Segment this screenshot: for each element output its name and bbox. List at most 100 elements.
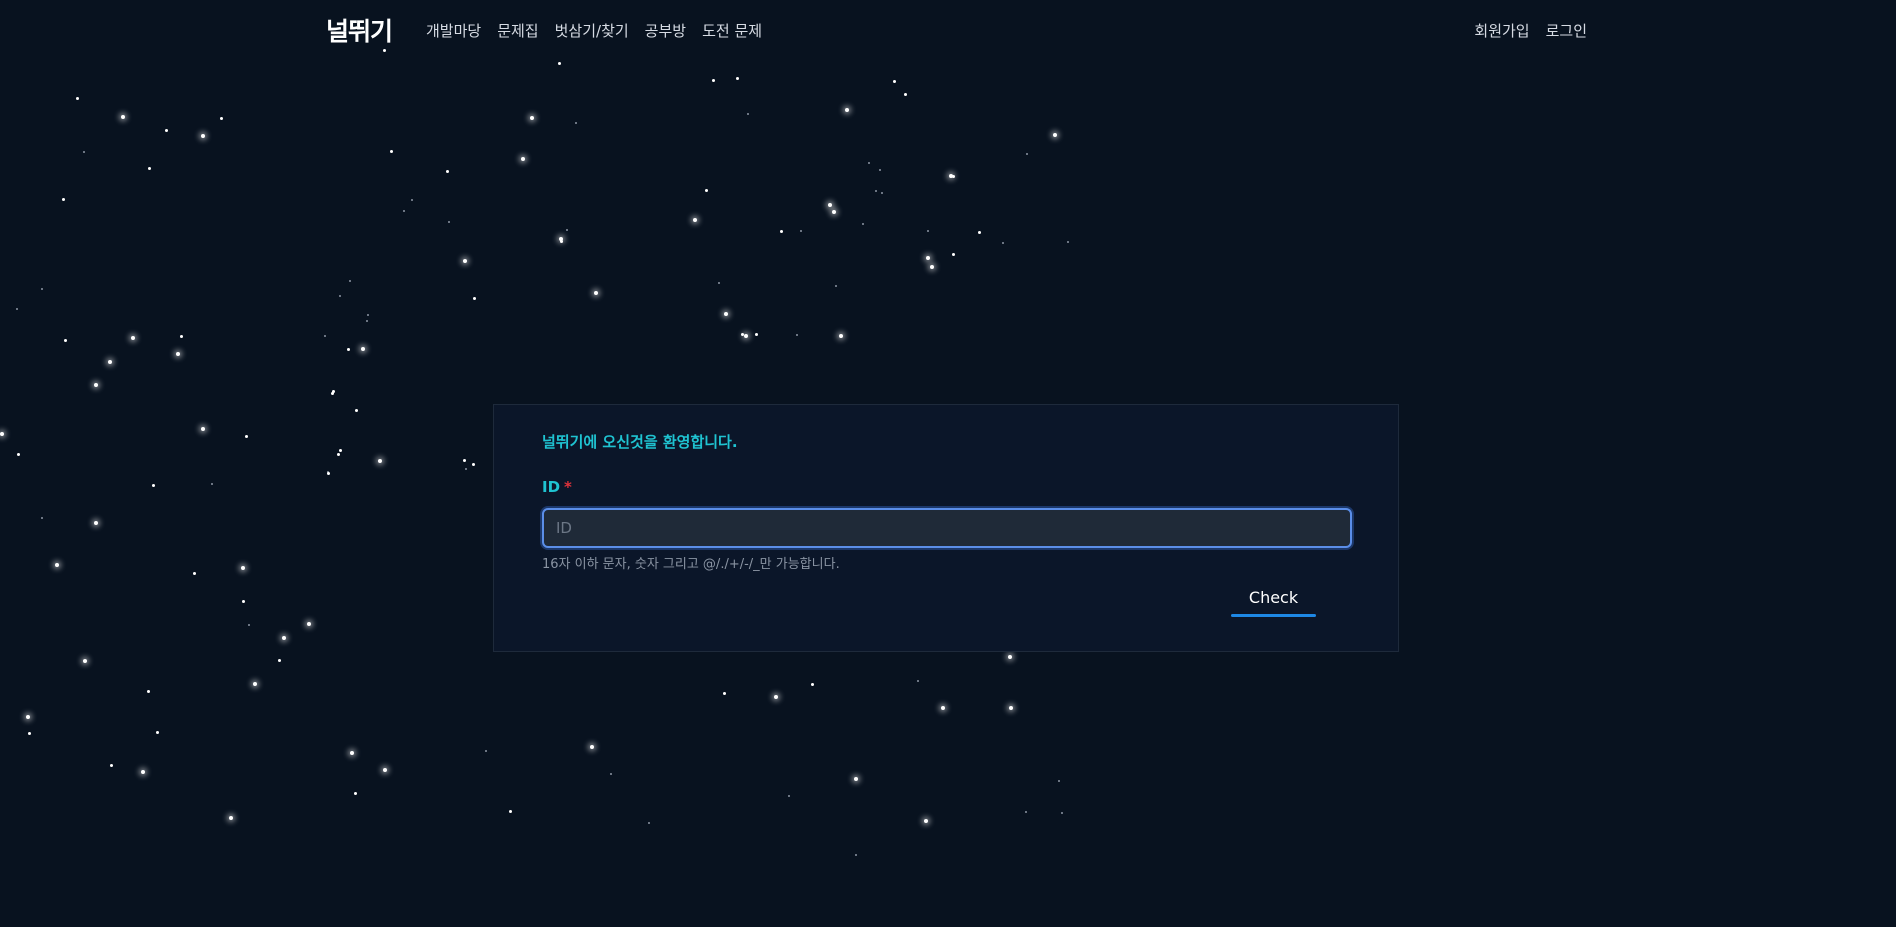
star-decoration <box>723 692 726 695</box>
star-decoration <box>930 265 934 269</box>
star-decoration <box>893 80 896 83</box>
star-decoration <box>924 819 928 823</box>
star-decoration <box>560 240 563 243</box>
star-decoration <box>705 189 708 192</box>
star-decoration <box>278 659 281 662</box>
star-decoration <box>1061 812 1063 814</box>
star-decoration <box>0 432 4 436</box>
star-decoration <box>744 334 748 338</box>
star-decoration <box>712 79 715 82</box>
star-decoration <box>566 229 568 231</box>
star-decoration <box>845 108 849 112</box>
star-decoration <box>403 210 405 212</box>
star-decoration <box>855 854 857 856</box>
signup-link[interactable]: 회원가입 <box>1474 20 1529 41</box>
star-decoration <box>978 231 981 234</box>
star-decoration <box>94 383 98 387</box>
star-decoration <box>796 334 798 336</box>
star-decoration <box>193 572 196 575</box>
star-decoration <box>875 190 877 192</box>
star-decoration <box>1053 133 1057 137</box>
star-decoration <box>76 97 79 100</box>
star-decoration <box>941 706 945 710</box>
star-decoration <box>41 517 43 519</box>
star-decoration <box>411 199 413 201</box>
star-decoration <box>952 253 955 256</box>
id-hint: 16자 이하 문자, 숫자 그리고 @/./+/-/_만 가능합니다. <box>542 557 840 572</box>
star-decoration <box>248 624 250 626</box>
star-decoration <box>558 62 561 65</box>
star-decoration <box>949 174 953 178</box>
star-decoration <box>800 230 802 232</box>
star-decoration <box>594 291 598 295</box>
star-decoration <box>485 750 487 752</box>
welcome-message: 널뛰기에 오신것을 환영합니다. <box>542 433 738 451</box>
star-decoration <box>110 764 113 767</box>
star-decoration <box>1067 241 1069 243</box>
star-decoration <box>253 682 257 686</box>
star-decoration <box>147 690 150 693</box>
top-navigation: 널뛰기 개발마당 문제집 벗삼기/찾기 공부방 도전 문제 회원가입 로그인 <box>0 0 1896 62</box>
id-input[interactable] <box>542 508 1352 548</box>
star-decoration <box>28 732 31 735</box>
star-decoration <box>575 122 577 124</box>
star-decoration <box>828 203 832 207</box>
star-decoration <box>55 563 59 567</box>
star-decoration <box>339 449 342 452</box>
star-decoration <box>180 335 183 338</box>
star-decoration <box>220 117 223 120</box>
star-decoration <box>755 333 758 336</box>
star-decoration <box>390 150 393 153</box>
star-decoration <box>590 745 594 749</box>
star-decoration <box>354 792 357 795</box>
star-decoration <box>927 230 929 232</box>
star-decoration <box>83 151 85 153</box>
star-decoration <box>741 333 744 336</box>
star-decoration <box>648 822 650 824</box>
star-decoration <box>324 335 326 337</box>
star-decoration <box>121 115 125 119</box>
star-decoration <box>201 427 205 431</box>
main-nav: 개발마당 문제집 벗삼기/찾기 공부방 도전 문제 <box>426 20 762 41</box>
star-decoration <box>832 210 836 214</box>
star-decoration <box>108 360 112 364</box>
star-decoration <box>904 93 907 96</box>
star-decoration <box>332 390 335 393</box>
star-decoration <box>367 314 369 316</box>
star-decoration <box>835 285 837 287</box>
star-decoration <box>64 339 67 342</box>
nav-item-friends[interactable]: 벗삼기/찾기 <box>555 20 629 41</box>
star-decoration <box>41 288 43 290</box>
star-decoration <box>509 810 512 813</box>
star-decoration <box>17 453 20 456</box>
star-decoration <box>1009 706 1013 710</box>
star-decoration <box>811 683 814 686</box>
nav-item-problem-sets[interactable]: 문제집 <box>497 20 538 41</box>
star-decoration <box>307 622 311 626</box>
star-decoration <box>148 167 151 170</box>
star-decoration <box>610 773 612 775</box>
star-decoration <box>747 113 749 115</box>
star-decoration <box>327 472 330 475</box>
nav-item-dev-yard[interactable]: 개발마당 <box>426 20 481 41</box>
star-decoration <box>355 409 358 412</box>
nav-item-challenge[interactable]: 도전 문제 <box>702 20 762 41</box>
star-decoration <box>94 521 98 525</box>
star-decoration <box>463 259 467 263</box>
star-decoration <box>868 162 870 164</box>
star-decoration <box>152 484 155 487</box>
star-decoration <box>448 221 450 223</box>
check-button-label: Check <box>1248 587 1299 607</box>
star-decoration <box>141 770 145 774</box>
site-logo[interactable]: 널뛰기 <box>326 12 393 48</box>
star-decoration <box>156 731 159 734</box>
check-button[interactable]: Check <box>1231 577 1316 617</box>
login-link[interactable]: 로그인 <box>1546 20 1587 41</box>
star-decoration <box>862 223 864 225</box>
star-decoration <box>83 659 87 663</box>
star-decoration <box>926 256 930 260</box>
star-decoration <box>242 600 245 603</box>
star-decoration <box>446 170 449 173</box>
star-decoration <box>1025 811 1027 813</box>
nav-item-study-room[interactable]: 공부방 <box>645 20 686 41</box>
